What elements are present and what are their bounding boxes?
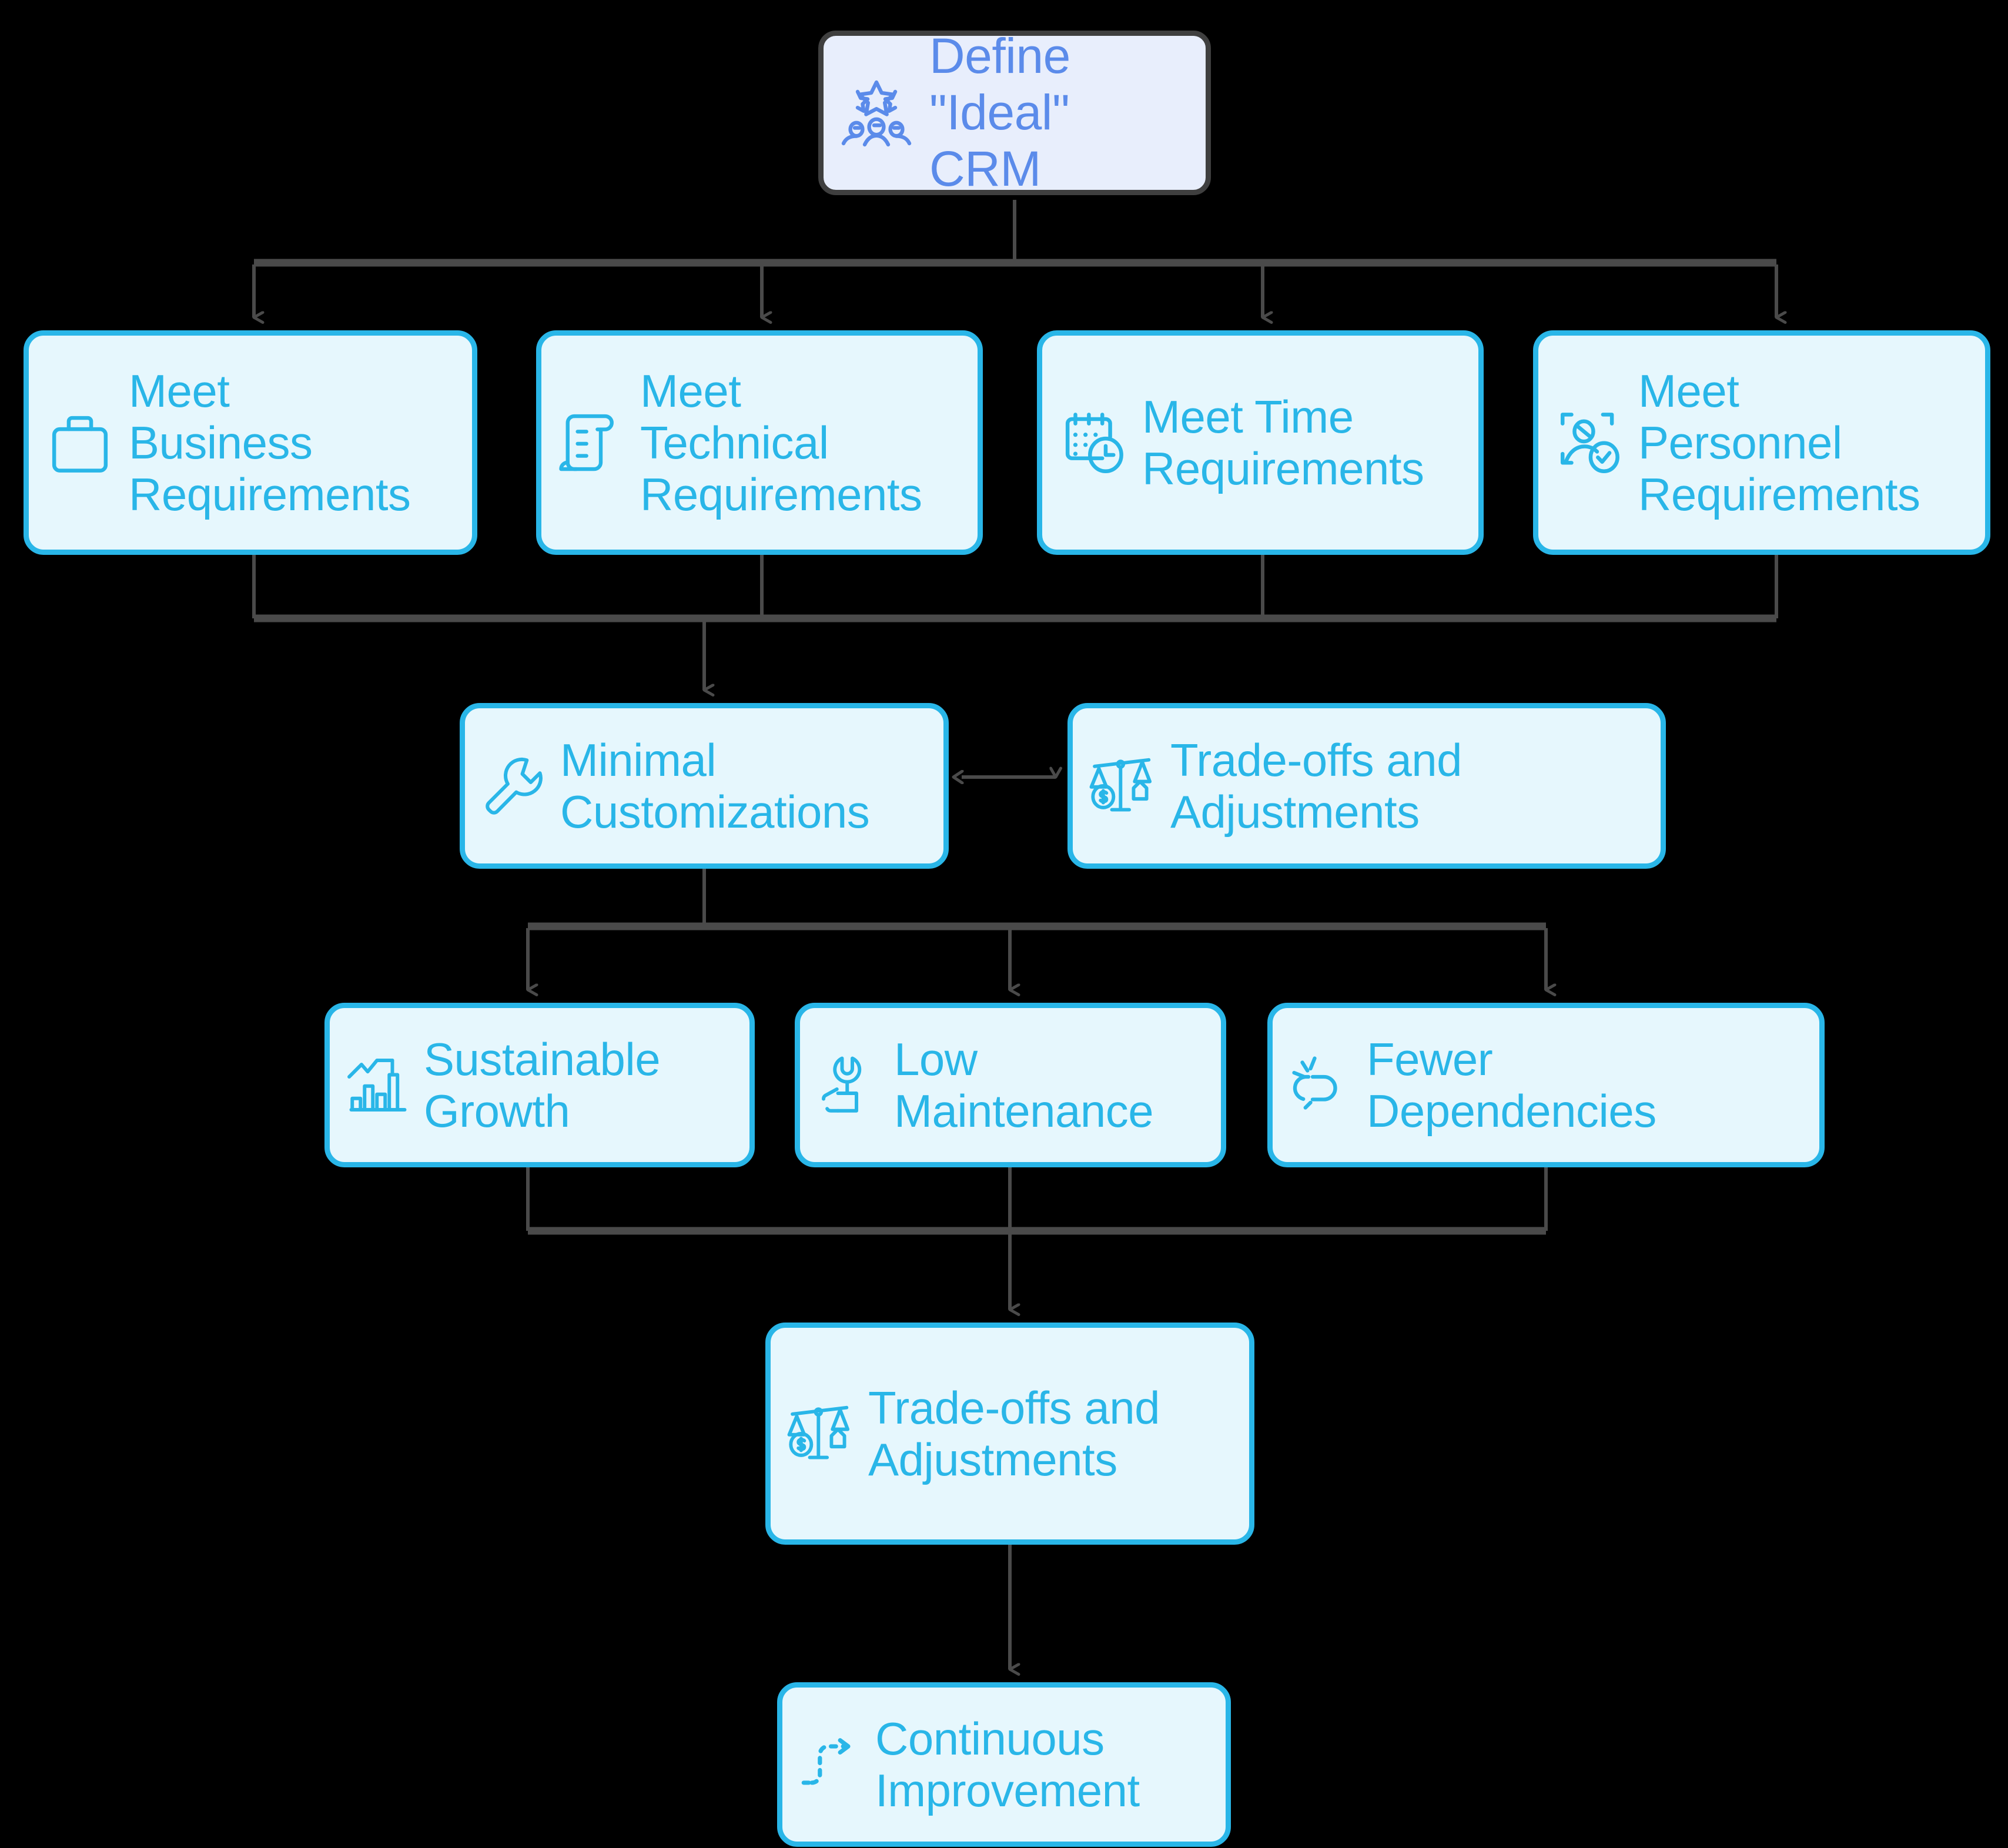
wrench-icon <box>480 752 547 819</box>
node-label: Sustainable Growth <box>424 1033 661 1137</box>
node-meet-technical-requirements[interactable]: Meet Technical Requirements <box>536 330 983 555</box>
calendar-clock-icon <box>1057 407 1129 478</box>
node-label: Trade-offs and Adjustments <box>868 1381 1160 1485</box>
growth-chart-icon <box>345 1052 411 1118</box>
broken-link-icon <box>1288 1052 1354 1118</box>
node-label: Meet Business Requirements <box>129 364 411 521</box>
node-continuous-improvement[interactable]: Continuous Improvement <box>777 1682 1231 1847</box>
node-label: Trade-offs and Adjustments <box>1170 734 1462 838</box>
node-fewer-dependencies[interactable]: Fewer Dependencies <box>1267 1003 1825 1167</box>
node-label: Minimal Customizations <box>560 734 870 838</box>
balance-scale-icon <box>786 1399 855 1468</box>
node-label: Continuous Improvement <box>875 1712 1140 1816</box>
flowchart-canvas: Define "Ideal" CRM Meet Business Require… <box>0 0 2008 1848</box>
person-verified-icon <box>1554 407 1625 478</box>
briefcase-icon <box>44 407 116 478</box>
scroll-document-icon <box>557 407 627 478</box>
balance-scale-icon <box>1088 751 1157 821</box>
node-low-maintenance[interactable]: Low Maintenance <box>795 1003 1226 1167</box>
node-label: Fewer Dependencies <box>1367 1033 1656 1137</box>
node-sustainable-growth[interactable]: Sustainable Growth <box>324 1003 755 1167</box>
node-meet-personnel-requirements[interactable]: Meet Personnel Requirements <box>1533 330 1990 555</box>
node-tradeoffs-and-adjustments-upper[interactable]: Trade-offs and Adjustments <box>1067 703 1666 869</box>
dashed-arrow-icon <box>798 1732 862 1797</box>
node-label: Define "Ideal" CRM <box>929 28 1070 196</box>
node-label: Meet Personnel Requirements <box>1638 364 1920 521</box>
node-label: Meet Technical Requirements <box>640 364 922 521</box>
node-tradeoffs-and-adjustments-lower[interactable]: Trade-offs and Adjustments <box>765 1323 1254 1545</box>
node-minimal-customizations[interactable]: Minimal Customizations <box>460 703 949 869</box>
stars-team-icon <box>839 75 914 150</box>
node-label: Low Maintenance <box>894 1033 1154 1137</box>
node-define-ideal-crm[interactable]: Define "Ideal" CRM <box>818 28 1211 196</box>
node-label: Meet Time Requirements <box>1142 390 1424 494</box>
hand-wrench-icon <box>815 1052 881 1118</box>
connector-layer <box>252 200 2008 1848</box>
node-meet-time-requirements[interactable]: Meet Time Requirements <box>1037 330 1484 555</box>
node-meet-business-requirements[interactable]: Meet Business Requirements <box>24 330 477 555</box>
